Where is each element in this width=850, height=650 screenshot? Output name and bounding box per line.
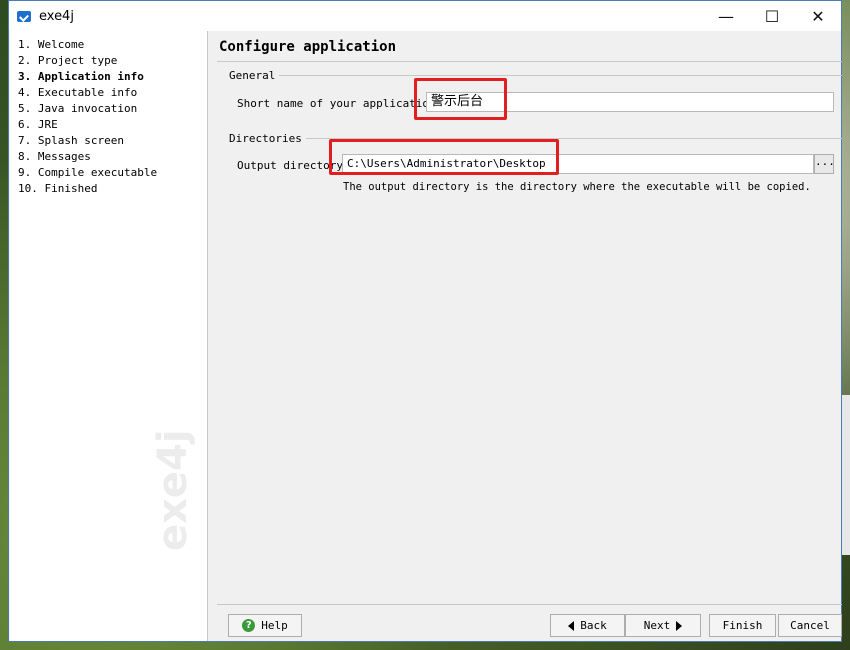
- step-jre[interactable]: 6. JRE: [18, 117, 207, 133]
- next-button-label: Next: [643, 619, 671, 632]
- wizard-steps-sidebar: 1. Welcome 2. Project type 3. Applicatio…: [10, 31, 208, 641]
- back-button[interactable]: Back: [550, 614, 625, 637]
- general-section-label: General: [229, 69, 280, 82]
- step-executable-info[interactable]: 4. Executable info: [18, 85, 207, 101]
- cancel-button[interactable]: Cancel: [778, 614, 842, 637]
- steps-list: 1. Welcome 2. Project type 3. Applicatio…: [10, 31, 207, 197]
- browse-button[interactable]: ...: [814, 154, 835, 174]
- heading-divider: [217, 61, 842, 62]
- finish-button-label: Finish: [722, 619, 763, 632]
- footer-divider: [217, 604, 842, 605]
- title-bar: exe4j — ☐ ✕: [9, 1, 841, 31]
- highlight-box-short-name: [414, 78, 507, 120]
- step-java-invocation[interactable]: 5. Java invocation: [18, 101, 207, 117]
- finish-button[interactable]: Finish: [709, 614, 776, 637]
- minimize-button[interactable]: —: [703, 1, 749, 31]
- directories-section-label: Directories: [229, 132, 306, 145]
- highlight-box-output-directory: [329, 139, 559, 175]
- general-section-line: [267, 75, 842, 76]
- short-name-label: Short name of your application:: [237, 97, 443, 110]
- main-panel: Configure application General Short name…: [217, 31, 842, 641]
- back-button-label: Back: [580, 619, 607, 632]
- step-splash-screen[interactable]: 7. Splash screen: [18, 133, 207, 149]
- arrow-left-icon: [568, 620, 575, 631]
- cancel-button-label: Cancel: [790, 619, 830, 632]
- step-application-info[interactable]: 3. Application info: [18, 69, 207, 85]
- page-title: Configure application: [219, 39, 397, 55]
- exe4j-app-icon: [17, 10, 31, 22]
- step-finished[interactable]: 10. Finished: [18, 181, 207, 197]
- next-button[interactable]: Next: [625, 614, 701, 637]
- arrow-right-icon: [676, 620, 683, 631]
- close-button[interactable]: ✕: [795, 1, 841, 31]
- help-button-label: Help: [261, 619, 288, 632]
- window-title: exe4j: [39, 8, 74, 24]
- output-directory-hint: The output directory is the directory wh…: [343, 181, 811, 193]
- exe4j-wizard-window: exe4j — ☐ ✕ 1. Welcome 2. Project type 3…: [8, 0, 842, 642]
- step-compile-executable[interactable]: 9. Compile executable: [18, 165, 207, 181]
- step-welcome[interactable]: 1. Welcome: [18, 37, 207, 53]
- step-project-type[interactable]: 2. Project type: [18, 53, 207, 69]
- help-button[interactable]: ? Help: [228, 614, 302, 637]
- help-icon: ?: [242, 619, 256, 632]
- exe4j-watermark: exe4j: [150, 429, 196, 551]
- step-messages[interactable]: 8. Messages: [18, 149, 207, 165]
- maximize-button[interactable]: ☐: [749, 1, 795, 31]
- window-controls: — ☐ ✕: [703, 1, 841, 31]
